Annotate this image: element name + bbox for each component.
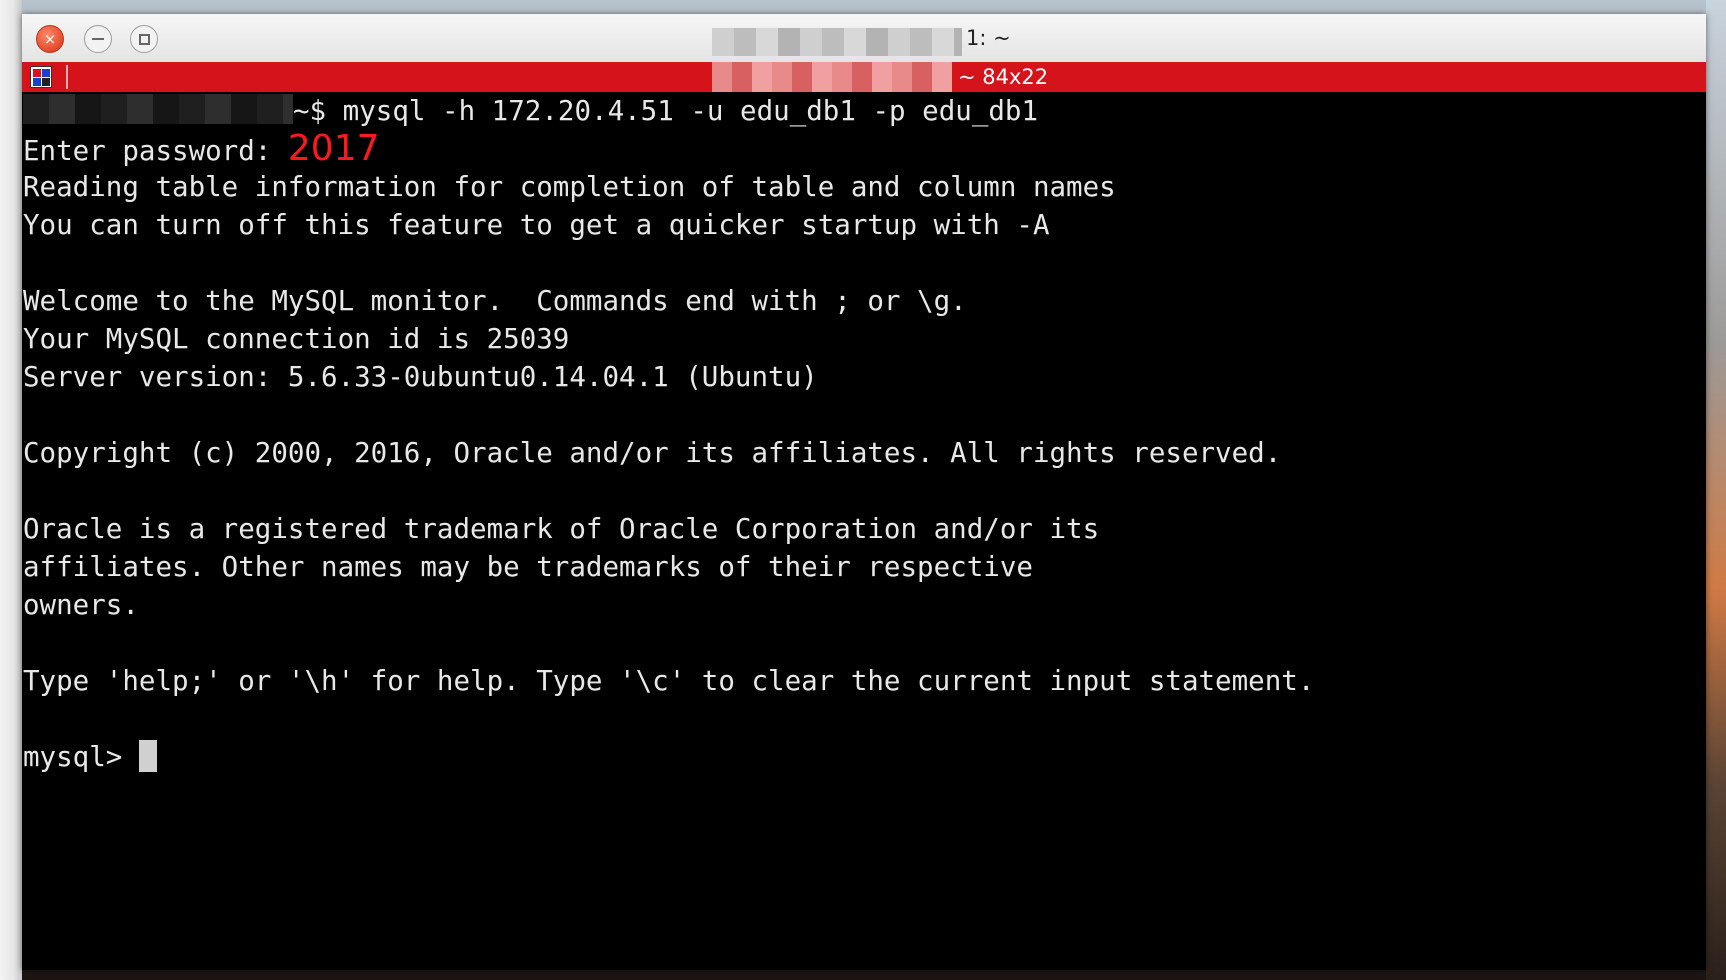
output-line: Reading table information for completion… [23,171,1116,203]
output-line: Your MySQL connection id is 25039 [23,323,570,355]
output-line: Welcome to the MySQL monitor. Commands e… [23,285,967,317]
text-cursor [138,740,157,772]
output-line: You can turn off this feature to get a q… [23,209,1050,241]
window-title: 1: ~ [966,26,1011,50]
output-line: Type 'help;' or '\h' for help. Type '\c'… [23,665,1315,697]
output-line: Server version: 5.6.33-0ubuntu0.14.04.1 … [23,361,818,393]
close-icon: × [43,29,57,48]
terminal-app-icon[interactable] [30,66,52,88]
command-line: ~$ mysql -h 172.20.4.51 -u edu_db1 -p ed… [23,92,1038,130]
output-line: Oracle is a registered trademark of Orac… [23,513,1100,545]
command-text: mysql -h 172.20.4.51 -u edu_db1 -p edu_d… [342,95,1039,127]
prompt-suffix: ~$ [293,95,343,127]
maximize-button[interactable] [130,25,158,53]
password-annotation: 2017 [287,128,380,169]
desktop-left-edge [0,0,22,980]
close-button[interactable]: × [36,25,64,53]
password-label: Enter password: [23,135,288,167]
tab-bar: ~ 84x22 [22,62,1706,92]
redacted-prompt [23,94,293,124]
mysql-prompt: mysql> [23,741,139,773]
title-bar[interactable]: × 1: ~ [22,14,1706,63]
mysql-prompt-line[interactable]: mysql> [23,738,157,776]
minimize-button[interactable] [84,25,112,53]
maximize-icon [138,33,150,45]
password-line: Enter password: 2017 [23,130,380,168]
terminal-output[interactable]: ~$ mysql -h 172.20.4.51 -u edu_db1 -p ed… [22,92,1706,970]
minimize-icon [92,38,104,40]
tab-separator [66,65,68,89]
output-line: affiliates. Other names may be trademark… [23,551,1033,583]
redacted-tab-block [712,62,952,92]
desktop-right-edge [1706,0,1726,980]
redacted-title-block [712,28,962,56]
tab-size-label[interactable]: ~ 84x22 [958,65,1048,89]
terminal-window: × 1: ~ ~ 84x22 ~$ mysql -h 172.20.4.51 -… [22,14,1706,970]
output-line: Copyright (c) 2000, 2016, Oracle and/or … [23,437,1282,469]
output-line: owners. [23,589,139,621]
